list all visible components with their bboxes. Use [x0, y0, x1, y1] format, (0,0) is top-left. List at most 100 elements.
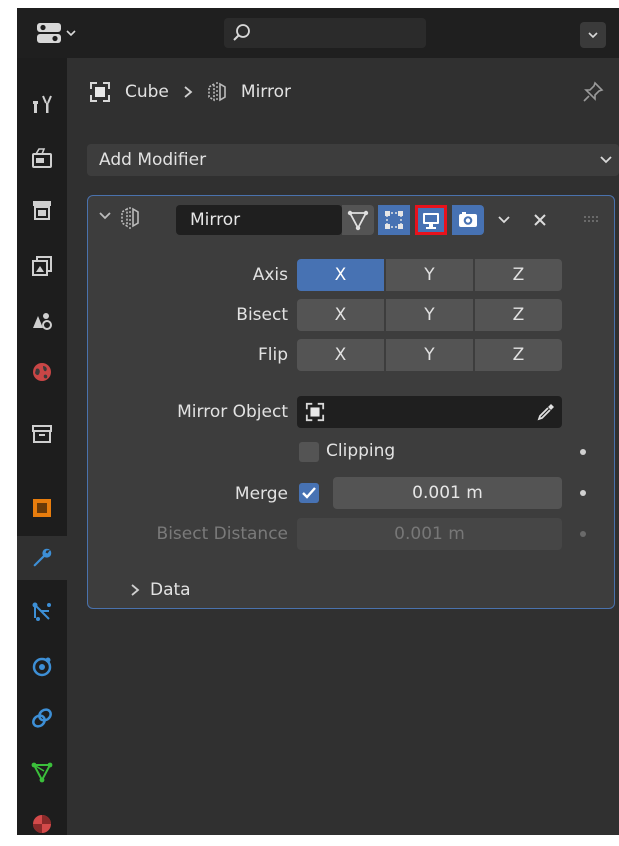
axis-toggle-group: X Y Z: [297, 259, 562, 291]
physics-icon: [32, 657, 52, 677]
object-icon: [33, 499, 51, 517]
tab-collection[interactable]: [17, 412, 67, 456]
axis-z-toggle[interactable]: Z: [475, 259, 562, 291]
axis-label: Axis: [252, 265, 288, 285]
render-icon: [32, 148, 52, 168]
flip-toggle-group: X Y Z: [297, 339, 562, 371]
chevron-right-icon: [131, 584, 140, 596]
chevron-right-icon: [184, 86, 193, 98]
wrench-icon: [33, 548, 52, 567]
remove-modifier-button[interactable]: [524, 205, 556, 235]
constraints-icon: [32, 708, 52, 728]
breadcrumb-modifier: Mirror: [240, 82, 291, 102]
clipping-checkbox[interactable]: [299, 442, 319, 462]
data-subpanel-header[interactable]: Data: [130, 580, 191, 600]
modifier-name-field[interactable]: Mirror: [176, 205, 342, 235]
modifier-header: Mirror: [88, 196, 614, 240]
mirror-modifier-icon: [208, 82, 226, 102]
flip-x-toggle[interactable]: X: [297, 339, 384, 371]
collapse-chevron-icon[interactable]: [98, 210, 112, 222]
flip-y-toggle[interactable]: Y: [386, 339, 473, 371]
mirror-modifier-panel: Mirror Axis X Y Z Bisect X Y Z Flip X Y …: [87, 195, 615, 609]
tab-constraints[interactable]: [17, 696, 67, 740]
bisect-distance-label: Bisect Distance: [156, 524, 288, 544]
tab-scene[interactable]: [17, 298, 67, 342]
properties-tabs: [17, 58, 67, 835]
data-subpanel-label: Data: [150, 580, 191, 600]
axis-x-toggle[interactable]: X: [297, 259, 384, 291]
bisect-label: Bisect: [236, 305, 288, 325]
header-options-button[interactable]: [580, 22, 606, 48]
edit-mode-icon: [385, 211, 403, 229]
realtime-viewport-toggle[interactable]: [415, 205, 447, 235]
view-layer-icon: [32, 256, 52, 276]
mesh-data-icon: [31, 762, 53, 783]
properties-editor: Cube Mirror Add Modifier Mirror Axis X Y…: [17, 8, 619, 835]
chevron-down-icon: [498, 216, 510, 224]
editor-header: [17, 8, 619, 58]
pin-icon[interactable]: [581, 80, 605, 104]
monitor-icon: [423, 213, 439, 229]
world-icon: [33, 363, 51, 381]
clipping-label: Clipping: [326, 441, 396, 461]
merge-label: Merge: [234, 484, 288, 504]
bisect-distance-field: 0.001 m: [297, 518, 562, 550]
mirror-modifier-icon: [121, 207, 139, 229]
checkmark-icon: [302, 487, 316, 499]
chevron-down-icon: [66, 30, 76, 37]
edit-cage-toggle[interactable]: [342, 205, 374, 235]
mirror-object-field[interactable]: [297, 396, 562, 428]
properties-content: Cube Mirror Add Modifier Mirror Axis X Y…: [67, 58, 619, 835]
tab-object[interactable]: [17, 486, 67, 530]
merge-checkbox[interactable]: [299, 483, 319, 503]
flip-label: Flip: [257, 345, 288, 365]
eyedropper-icon[interactable]: [536, 402, 556, 422]
merge-distance-value: 0.001 m: [412, 483, 483, 503]
bisect-toggle-group: X Y Z: [297, 299, 562, 331]
material-icon: [33, 815, 51, 833]
object-icon: [90, 82, 110, 102]
breadcrumb-object: Cube: [125, 82, 169, 102]
search-icon: [233, 24, 250, 41]
editor-type-selector[interactable]: [35, 18, 87, 48]
tab-physics[interactable]: [17, 644, 67, 688]
output-icon: [33, 201, 51, 220]
collection-icon: [32, 425, 52, 443]
merge-distance-field[interactable]: 0.001 m: [333, 477, 562, 509]
tab-tool[interactable]: [17, 82, 67, 126]
chevron-down-icon: [600, 156, 612, 164]
flip-z-toggle[interactable]: Z: [475, 339, 562, 371]
tab-world[interactable]: [17, 350, 67, 394]
bisect-z-toggle[interactable]: Z: [475, 299, 562, 331]
particles-icon: [32, 602, 51, 621]
tab-data[interactable]: [17, 750, 67, 794]
modifier-extra-menu[interactable]: [488, 205, 520, 235]
mirror-object-label: Mirror Object: [177, 402, 288, 422]
clipping-keyframe-dot[interactable]: [580, 449, 586, 455]
bisect-distance-keyframe-dot: [580, 531, 586, 537]
bisect-distance-value: 0.001 m: [394, 524, 465, 544]
tab-modifiers[interactable]: [17, 536, 67, 580]
drag-handle-icon[interactable]: [584, 216, 600, 224]
tab-view-layer[interactable]: [17, 244, 67, 288]
properties-editor-icon: [37, 23, 61, 43]
merge-keyframe-dot[interactable]: [580, 490, 586, 496]
camera-icon: [459, 212, 477, 227]
add-modifier-button[interactable]: Add Modifier: [87, 144, 619, 176]
render-toggle[interactable]: [452, 205, 484, 235]
bisect-x-toggle[interactable]: X: [297, 299, 384, 331]
tab-output[interactable]: [17, 188, 67, 232]
tab-particles[interactable]: [17, 590, 67, 634]
edit-mode-toggle[interactable]: [378, 205, 410, 235]
breadcrumb: Cube Mirror: [89, 76, 609, 108]
tool-icon: [33, 95, 52, 113]
tab-render[interactable]: [17, 136, 67, 180]
modifier-name-text: Mirror: [190, 210, 241, 230]
axis-y-toggle[interactable]: Y: [386, 259, 473, 291]
object-icon: [305, 402, 325, 422]
bisect-y-toggle[interactable]: Y: [386, 299, 473, 331]
chevron-down-icon: [588, 32, 598, 39]
search-input[interactable]: [224, 18, 426, 48]
scene-icon: [33, 313, 52, 330]
tab-material[interactable]: [17, 802, 67, 846]
